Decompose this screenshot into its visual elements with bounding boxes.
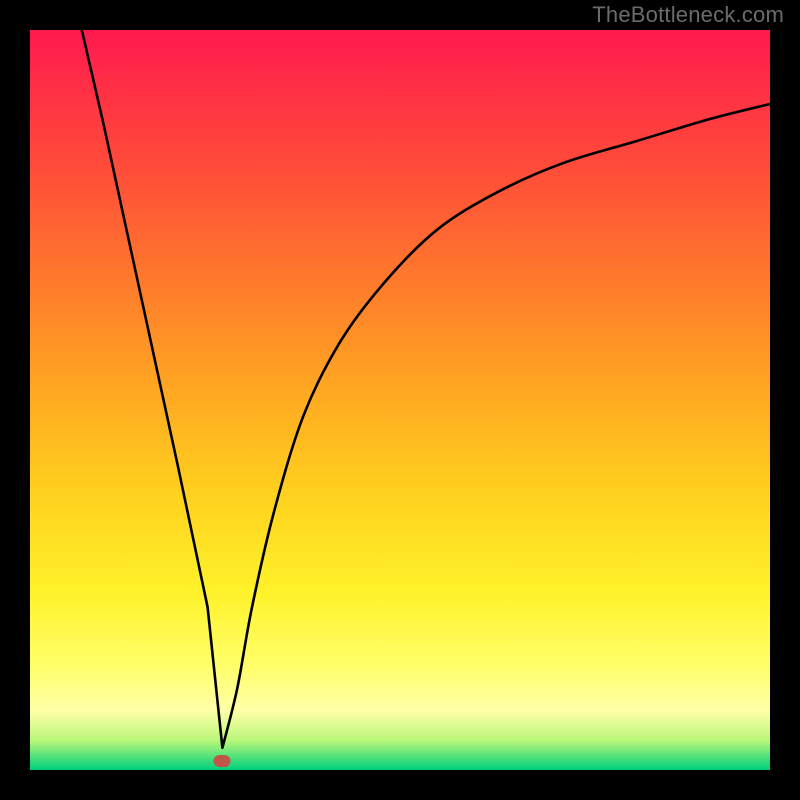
watermark-text: TheBottleneck.com	[592, 2, 784, 28]
curve-path	[82, 30, 770, 748]
bottleneck-curve	[30, 30, 770, 770]
chart-container: TheBottleneck.com	[0, 0, 800, 800]
plot-area	[30, 30, 770, 770]
optimal-point-marker	[214, 755, 231, 767]
